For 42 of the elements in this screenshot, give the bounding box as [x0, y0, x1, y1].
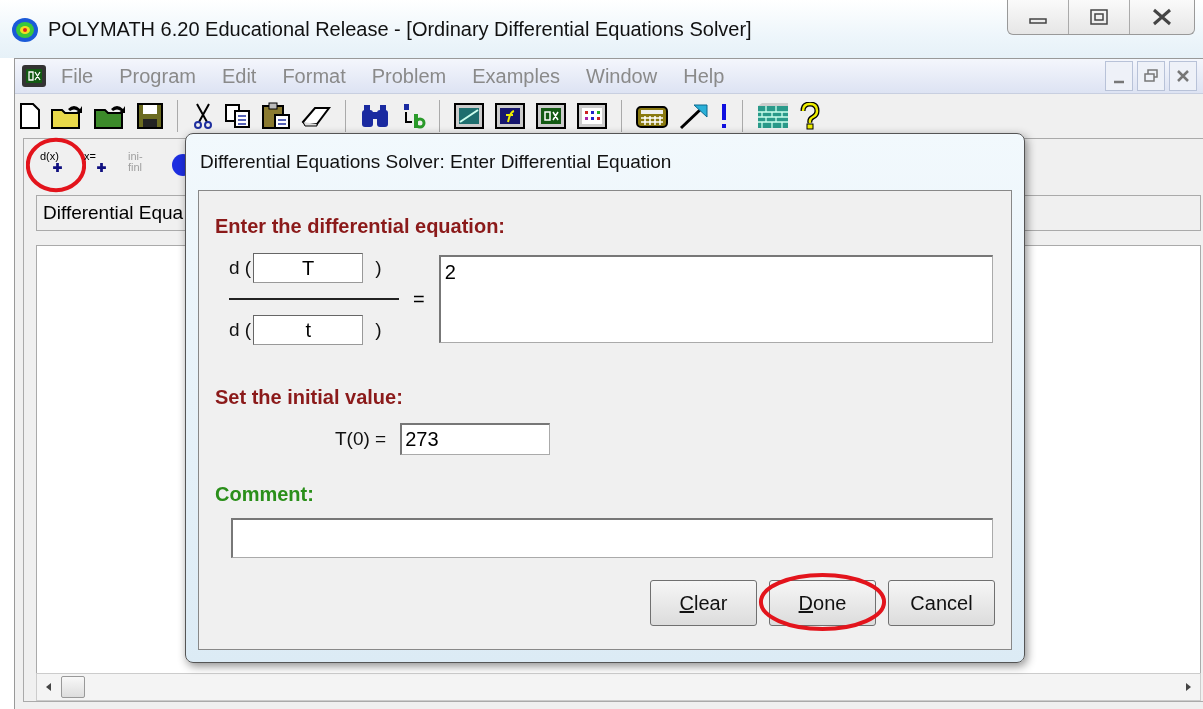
dialog-button[interactable]: Clear: [650, 580, 757, 626]
toolbar-button[interactable]: x=: [84, 147, 118, 183]
plus-icon: [96, 162, 107, 173]
graph-icon[interactable]: [453, 102, 485, 130]
plus-icon: [52, 162, 63, 173]
copy-icon[interactable]: [224, 102, 252, 130]
arrow-icon[interactable]: [678, 102, 710, 130]
close-button[interactable]: [1169, 61, 1197, 91]
d-label: d (: [229, 319, 252, 341]
function-icon[interactable]: [494, 102, 526, 130]
done-button[interactable]: Done: [769, 580, 876, 626]
document-icon[interactable]: [21, 64, 47, 88]
section-heading: Enter the differential equation:: [215, 215, 507, 238]
restore-button[interactable]: [1137, 61, 1165, 91]
horizontal-scrollbar[interactable]: [36, 673, 1201, 701]
minimize-button[interactable]: [1105, 61, 1133, 91]
app-icon: [10, 15, 40, 43]
window-title: POLYMATH 6.20 Educational Release - [Ordinary Differential Equations Solver]: [48, 17, 752, 41]
exclamation-icon[interactable]: [719, 102, 729, 130]
comment-field[interactable]: [231, 518, 993, 558]
paren-label: ): [375, 319, 382, 341]
binoculars-icon[interactable]: [359, 102, 391, 130]
paren-label: ): [375, 257, 382, 279]
help-icon[interactable]: [799, 102, 821, 130]
scissors-icon[interactable]: [191, 102, 215, 130]
variable-field[interactable]: T: [253, 253, 364, 283]
grid-icon[interactable]: [576, 102, 608, 130]
paste-icon[interactable]: [261, 102, 291, 130]
equation-icon[interactable]: [535, 102, 567, 130]
section-heading: Set the initial value:: [215, 386, 404, 409]
dialog-title: Differential Equations Solver: Enter Differential Equation: [199, 150, 673, 174]
d-label: d (: [229, 257, 252, 279]
initial-value-field[interactable]: 273: [400, 423, 551, 455]
scroll-thumb[interactable]: [61, 676, 85, 698]
variable-field[interactable]: t: [253, 315, 364, 345]
equation-field[interactable]: 2: [438, 255, 993, 343]
brick-wall-icon[interactable]: [756, 102, 790, 130]
dialog-button[interactable]: Cancel: [888, 580, 995, 626]
new-file-icon[interactable]: [19, 102, 41, 130]
equals-sign: =: [413, 287, 425, 311]
field-label: T(0) =: [335, 428, 387, 450]
section-heading: Comment:: [215, 483, 315, 506]
